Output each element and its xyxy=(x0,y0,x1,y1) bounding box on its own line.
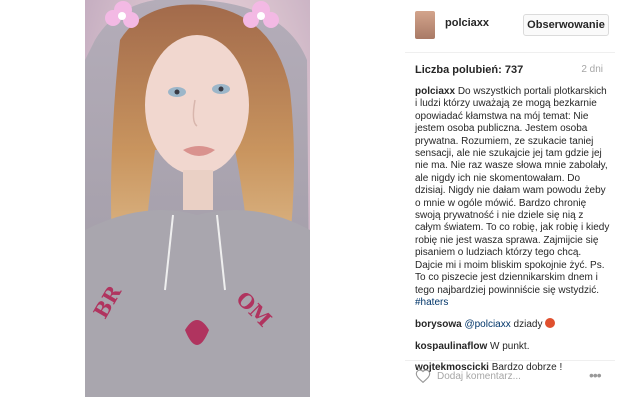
post-header: polciaxx Obserwowanie xyxy=(405,8,615,44)
more-options-icon[interactable]: ••• xyxy=(589,367,602,383)
comment-username[interactable]: borysowa xyxy=(415,319,462,330)
post-sidebar: polciaxx Obserwowanie Liczba polubień: 7… xyxy=(405,0,615,397)
angry-face-emoji-icon xyxy=(545,318,556,329)
post-timestamp[interactable]: 2 dni xyxy=(581,64,603,75)
avatar[interactable] xyxy=(415,11,435,39)
header-divider xyxy=(405,52,615,53)
comment-item: kospaulinaflow W punkt. xyxy=(415,341,611,353)
likes-row: Liczba polubień: 737 2 dni xyxy=(415,64,609,78)
likes-count[interactable]: 737 xyxy=(505,64,523,76)
comment-mention[interactable]: @polciaxx xyxy=(464,319,510,330)
add-comment-row: ••• xyxy=(405,364,615,390)
comments-divider xyxy=(405,360,615,361)
caption-username[interactable]: polciaxx xyxy=(415,86,455,97)
comment-text: W punkt. xyxy=(490,340,530,352)
selfie-image: BR OM xyxy=(85,0,310,397)
post-caption: polciaxx Do wszystkich portali plotkarsk… xyxy=(415,86,611,309)
heart-outline-icon[interactable] xyxy=(415,369,431,383)
add-comment-input[interactable] xyxy=(437,367,577,385)
comment-item: borysowa @polciaxx dziady xyxy=(415,318,611,331)
comment-text: dziady xyxy=(513,319,543,331)
header-username[interactable]: polciaxx xyxy=(445,17,489,29)
comments-section: polciaxx Do wszystkich portali plotkarsk… xyxy=(415,86,611,375)
caption-text: Do wszystkich portali plotkarskich i lud… xyxy=(415,86,610,296)
likes-label[interactable]: Liczba polubień: xyxy=(415,64,502,76)
caption-hashtag[interactable]: #haters xyxy=(415,297,611,309)
post-photo[interactable]: BR OM xyxy=(85,0,310,397)
comment-username[interactable]: kospaulinaflow xyxy=(415,341,487,352)
follow-button[interactable]: Obserwowanie xyxy=(523,14,609,36)
